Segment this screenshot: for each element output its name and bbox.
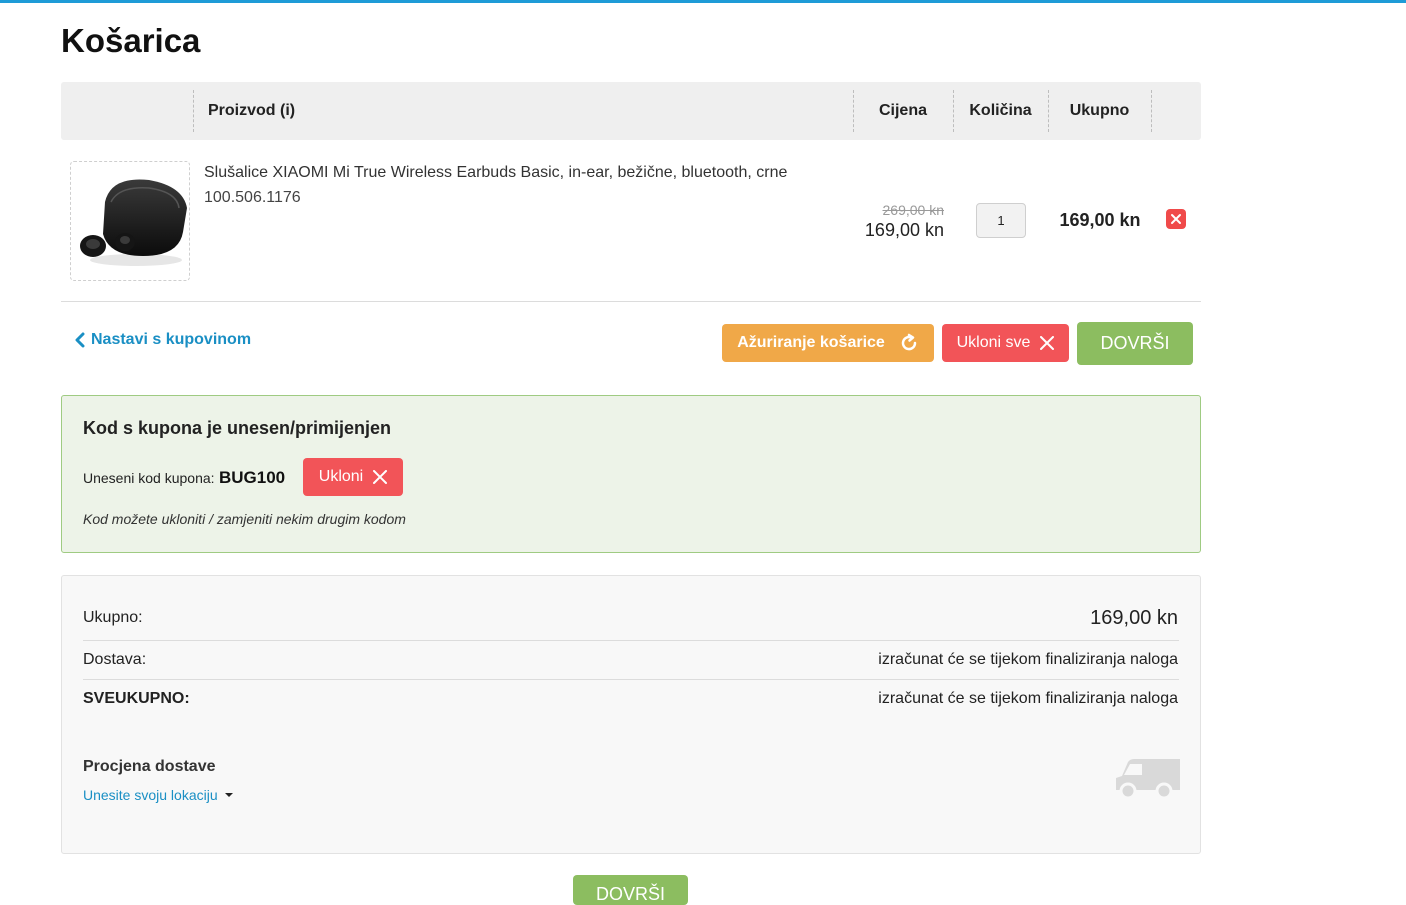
product-name[interactable]: Slušalice XIAOMI Mi True Wireless Earbud…	[204, 164, 787, 182]
remove-coupon-label: Ukloni	[318, 468, 364, 485]
product-code: 100.506.1176	[204, 189, 301, 206]
product-image[interactable]	[70, 161, 190, 281]
header-total: Ukupno	[1069, 102, 1130, 119]
cart-table-header: Proizvod (i) Cijena Količina Ukupno	[61, 82, 1201, 140]
bottom-finish-button[interactable]: DOVRŠI	[573, 875, 688, 905]
continue-shopping-label: Nastavi s kupovinom	[91, 331, 252, 348]
header-product: Proizvod (i)	[208, 102, 296, 119]
totals-panel: Ukupno: 169,00 kn Dostava: izračunat će …	[61, 575, 1201, 854]
earbuds-image	[80, 179, 187, 266]
update-cart-label: Ažuriranje košarice	[737, 334, 885, 351]
grand-total-value: izračunat će se tijekom finaliziranja na…	[878, 690, 1178, 707]
coupon-panel: Kod s kupona je unesen/primijenjen Unese…	[61, 395, 1201, 553]
continue-shopping-link[interactable]: Nastavi s kupovinom	[74, 331, 251, 349]
close-icon	[373, 470, 388, 484]
quantity-input[interactable]	[976, 203, 1026, 238]
current-price: 169,00 kn	[864, 220, 944, 240]
shipping-value: izračunat će se tijekom finaliziranja na…	[878, 651, 1178, 668]
coupon-note: Kod možete ukloniti / zamjeniti nekim dr…	[83, 511, 406, 527]
page-title: Košarica	[61, 22, 201, 59]
finish-button[interactable]: DOVRŠI	[1077, 322, 1193, 365]
grand-total-label: SVEUKUPNO:	[83, 690, 190, 707]
cart-divider	[61, 301, 1201, 302]
delete-icon	[1171, 214, 1181, 224]
remove-all-label: Ukloni sve	[956, 334, 1031, 351]
refresh-icon	[901, 333, 917, 351]
header-separator	[193, 90, 194, 132]
subtotal-label: Ukupno:	[83, 609, 143, 626]
remove-coupon-button[interactable]: Ukloni	[303, 458, 403, 496]
header-quantity: Količina	[969, 102, 1032, 119]
enter-location-label: Unesite svoju lokaciju	[83, 787, 218, 803]
old-price: 269,00 kn	[882, 202, 945, 218]
coupon-title: Kod s kupona je unesen/primijenjen	[83, 418, 392, 438]
top-accent-line	[0, 0, 1406, 3]
totals-separator	[83, 679, 1179, 680]
enter-location-link[interactable]: Unesite svoju lokaciju	[83, 787, 234, 803]
coupon-code: BUG100	[219, 468, 286, 487]
header-separator	[1151, 90, 1152, 132]
row-total: 169,00 kn	[1059, 210, 1141, 230]
remove-all-button[interactable]: Ukloni sve	[942, 324, 1069, 362]
truck-icon	[1116, 759, 1180, 800]
update-cart-button[interactable]: Ažuriranje košarice	[722, 324, 934, 362]
chevron-left-icon	[75, 332, 85, 348]
shipping-label: Dostava:	[83, 651, 147, 668]
remove-item-button[interactable]	[1166, 209, 1186, 229]
shipping-estimate-title: Procjena dostave	[83, 758, 216, 775]
coupon-label: Uneseni kod kupona:	[83, 470, 215, 486]
caret-down-icon	[224, 793, 233, 797]
close-icon	[1040, 336, 1055, 350]
header-price: Cijena	[878, 102, 927, 119]
subtotal-value: 169,00 kn	[1090, 607, 1178, 629]
totals-separator	[83, 640, 1179, 641]
